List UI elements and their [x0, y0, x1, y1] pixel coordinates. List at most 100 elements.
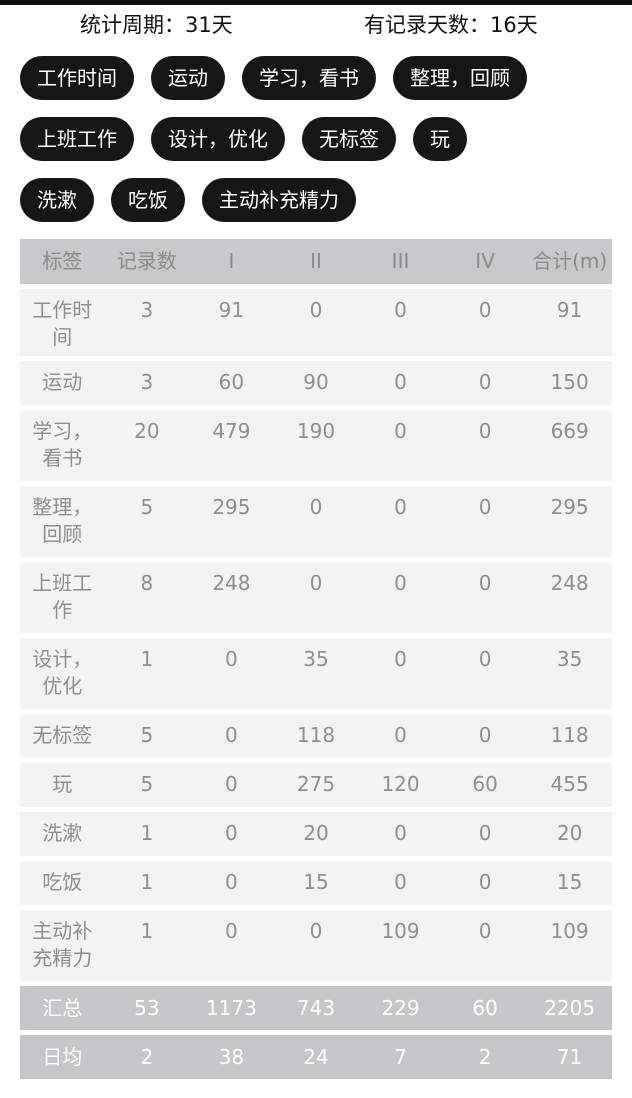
summary-q3: 229 [381, 995, 420, 1020]
stats-bar: 统计周期：31天 有记录天数：16天 [0, 8, 632, 42]
summary-q4: 60 [472, 995, 498, 1020]
summary-q1: 1173 [205, 995, 257, 1020]
row-label: 整理，回顾 [32, 495, 93, 546]
row-count: 5 [140, 772, 154, 796]
table-header: 标签 记录数 I II III IV 合计(m) [20, 239, 612, 284]
row-q1: 0 [225, 870, 238, 894]
tag-chip-row: 上班工作 设计，优化 无标签 玩 [20, 117, 620, 161]
row-label: 吃饭 [42, 870, 83, 894]
summary-total: 2205 [544, 995, 596, 1020]
row-q4: 0 [478, 870, 492, 894]
row-total: 109 [550, 919, 589, 943]
table-row: 设计，优化 1 0 35 0 0 35 [20, 638, 612, 709]
row-q3: 0 [394, 571, 407, 595]
row-q1: 60 [218, 370, 245, 394]
row-label: 无标签 [32, 723, 93, 747]
stat-record-days: 有记录天数：16天 [364, 13, 538, 37]
row-count: 1 [140, 647, 154, 671]
header-cell-q3: III [391, 249, 410, 273]
tag-chip-row: 洗漱 吃饭 主动补充精力 [20, 178, 620, 222]
row-total: 295 [550, 495, 589, 519]
row-q1: 91 [218, 298, 245, 322]
row-q2: 118 [296, 723, 336, 747]
row-q3: 0 [394, 647, 407, 671]
row-count: 5 [140, 723, 154, 747]
table-row: 工作时间 3 91 0 0 0 91 [20, 289, 612, 356]
summary-q3: 7 [394, 1044, 407, 1069]
row-total: 248 [550, 571, 589, 595]
table-daily-avg-row: 日均 2 38 24 7 2 71 [20, 1035, 612, 1079]
top-status-bar [0, 0, 632, 5]
summary-label: 日均 [42, 1044, 83, 1069]
table-row: 学习，看书 20 479 190 0 0 669 [20, 410, 612, 481]
row-total: 35 [556, 647, 583, 671]
tag-chip-wash[interactable]: 洗漱 [20, 178, 94, 222]
row-label: 上班工作 [32, 571, 93, 622]
row-q3: 0 [394, 370, 407, 394]
summary-count: 2 [140, 1044, 154, 1069]
row-q4: 0 [478, 370, 492, 394]
row-count: 20 [134, 419, 160, 443]
row-label: 洗漱 [42, 821, 83, 845]
row-count: 5 [140, 495, 154, 519]
row-label: 设计，优化 [32, 647, 93, 698]
summary-q2: 24 [303, 1044, 329, 1069]
row-q2: 15 [303, 870, 329, 894]
summary-count: 53 [134, 995, 160, 1020]
row-count: 3 [140, 370, 154, 394]
row-q1: 295 [212, 495, 251, 519]
tag-chip-organize-review[interactable]: 整理，回顾 [393, 56, 527, 100]
row-q2: 20 [303, 821, 329, 845]
row-total: 118 [550, 723, 589, 747]
tag-chip-study-reading[interactable]: 学习，看书 [242, 56, 376, 100]
tag-chip-exercise[interactable]: 运动 [151, 56, 225, 100]
tag-chip-design-optimize[interactable]: 设计，优化 [151, 117, 285, 161]
stat-period: 统计周期：31天 [80, 13, 233, 37]
row-total: 20 [556, 821, 583, 845]
row-total: 91 [556, 298, 583, 322]
tag-chip-row: 工作时间 运动 学习，看书 整理，回顾 [20, 56, 620, 100]
tag-chips: 工作时间 运动 学习，看书 整理，回顾 上班工作 设计，优化 无标签 玩 洗漱 … [20, 56, 620, 239]
tag-chip-no-tag[interactable]: 无标签 [302, 117, 396, 161]
tag-chip-eat[interactable]: 吃饭 [111, 178, 185, 222]
stats-table: 标签 记录数 I II III IV 合计(m) 工作时间 3 91 0 0 0… [20, 239, 612, 1084]
row-q2: 190 [296, 419, 336, 443]
row-count: 1 [140, 919, 154, 943]
tag-chip-work-time[interactable]: 工作时间 [20, 56, 134, 100]
table-row: 吃饭 1 0 15 0 0 15 [20, 861, 612, 905]
row-q3: 0 [394, 419, 407, 443]
row-total: 15 [556, 870, 583, 894]
summary-q1: 38 [218, 1044, 245, 1069]
row-q3: 0 [394, 298, 407, 322]
row-total: 669 [550, 419, 589, 443]
row-q3: 0 [394, 821, 407, 845]
row-q1: 0 [225, 919, 238, 943]
row-count: 1 [140, 870, 154, 894]
summary-q2: 743 [296, 995, 336, 1020]
row-q1: 0 [225, 772, 238, 796]
table-row: 运动 3 60 90 0 0 150 [20, 361, 612, 405]
row-q2: 0 [309, 919, 323, 943]
tag-chip-recharge-energy[interactable]: 主动补充精力 [202, 178, 356, 222]
row-q2: 90 [303, 370, 329, 394]
row-q1: 0 [225, 821, 238, 845]
table-row: 洗漱 1 0 20 0 0 20 [20, 812, 612, 856]
table-row: 主动补充精力 1 0 0 109 0 109 [20, 910, 612, 981]
tag-chip-play[interactable]: 玩 [413, 117, 467, 161]
row-q4: 60 [472, 772, 498, 796]
row-q1: 0 [225, 723, 238, 747]
row-q4: 0 [478, 571, 492, 595]
header-cell-q2: II [310, 249, 322, 273]
row-q4: 0 [478, 647, 492, 671]
tag-chip-office-work[interactable]: 上班工作 [20, 117, 134, 161]
row-label: 运动 [42, 370, 83, 394]
row-q3: 0 [394, 723, 407, 747]
row-label: 学习，看书 [32, 419, 93, 470]
header-cell-total: 合计(m) [532, 249, 608, 273]
row-count: 3 [140, 298, 154, 322]
row-total: 455 [550, 772, 589, 796]
header-cell-count: 记录数 [116, 249, 177, 273]
row-q4: 0 [478, 821, 492, 845]
row-q2: 0 [309, 298, 323, 322]
row-q1: 479 [212, 419, 251, 443]
